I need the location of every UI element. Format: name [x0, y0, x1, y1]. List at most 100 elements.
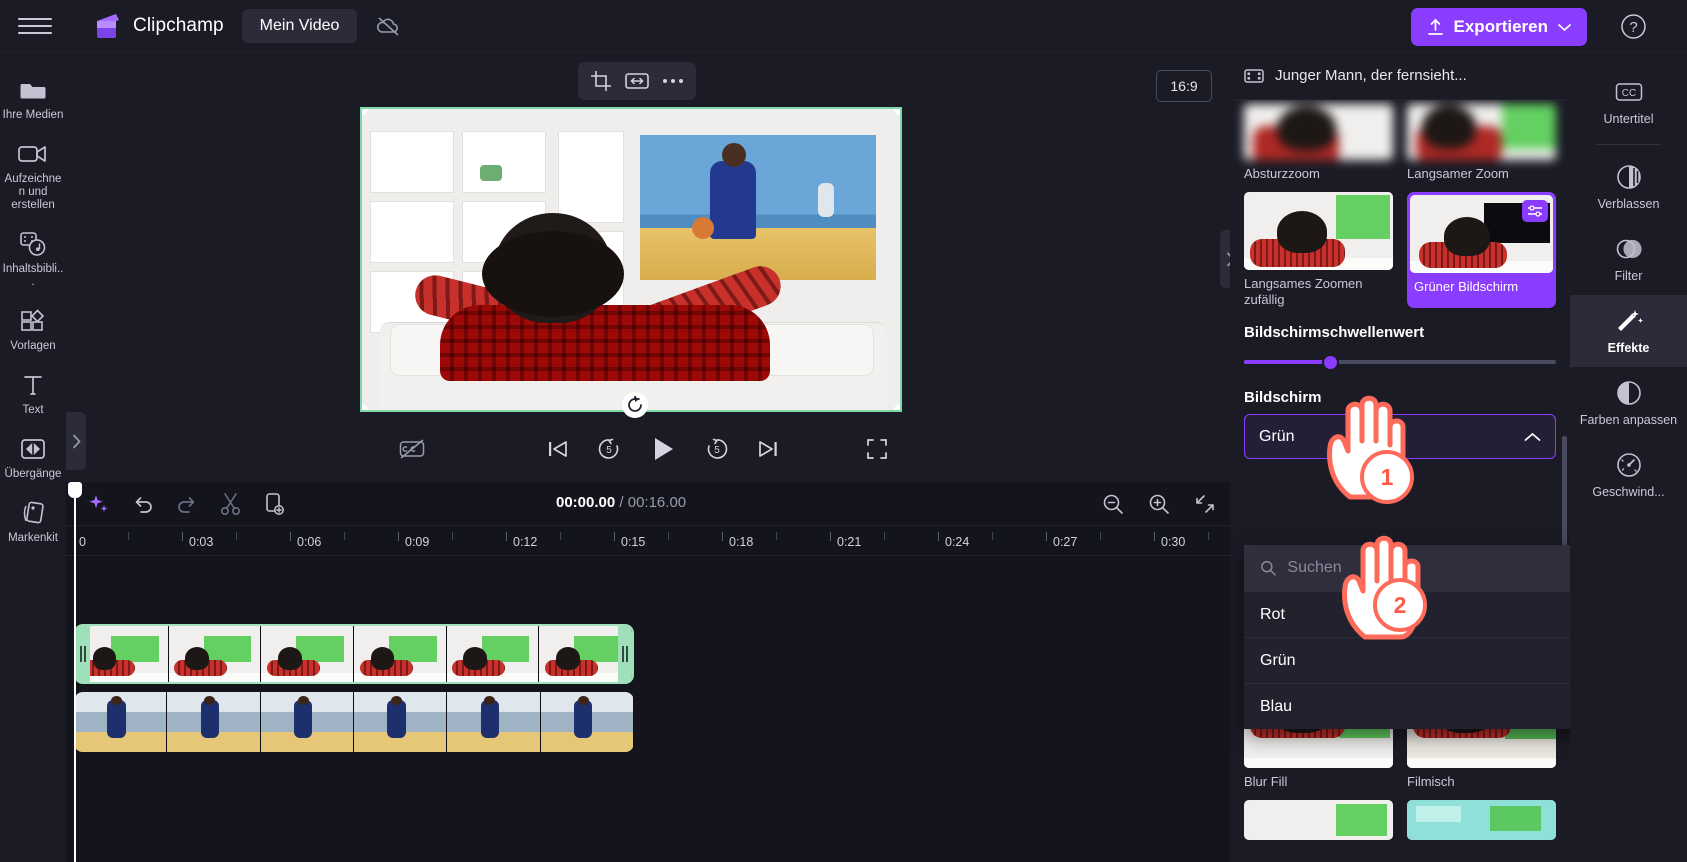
zoom-out-icon[interactable]	[1102, 493, 1124, 515]
more-dots-icon[interactable]	[662, 77, 684, 85]
sidebar-label: Filter	[1614, 269, 1643, 283]
closed-captions-icon: CC	[1576, 77, 1681, 107]
rotate-icon[interactable]	[622, 392, 648, 418]
zoom-in-icon[interactable]	[1148, 493, 1170, 515]
skip-next-icon[interactable]	[757, 439, 779, 459]
time-separator: /	[619, 494, 624, 511]
step-badge-2: 2	[1373, 578, 1427, 632]
rewind-5-icon[interactable]: 5	[597, 437, 621, 461]
color-dropdown: Rot Grün Blau	[1244, 545, 1570, 729]
table-row[interactable]	[74, 624, 634, 684]
effect-card-langsames-zoomen-zufaellig[interactable]: Langsames Zoomen zufällig	[1244, 192, 1393, 308]
sidebar-item-text[interactable]: Text	[0, 361, 66, 425]
sidebar-item-geschwindigkeit[interactable]: Geschwind...	[1570, 439, 1687, 511]
sidebar-item-untertitel[interactable]: CC Untertitel	[1570, 66, 1687, 138]
sidebar-item-vorlagen[interactable]: Vorlagen	[0, 297, 66, 361]
upload-icon	[1427, 18, 1443, 35]
sidebar-item-effekte[interactable]: Effekte	[1570, 295, 1687, 367]
trim-handle-right[interactable]	[618, 626, 632, 682]
screen-color-select[interactable]: Grün	[1244, 414, 1556, 459]
effect-card-next-2[interactable]	[1407, 800, 1556, 840]
ruler-label: 0:15	[621, 535, 646, 549]
video-canvas[interactable]	[360, 107, 902, 412]
fit-icon[interactable]	[625, 71, 649, 91]
threshold-slider[interactable]	[1244, 353, 1556, 371]
sidebar-item-farben-anpassen[interactable]: Farben anpassen	[1570, 367, 1687, 439]
timeline-ruler[interactable]: 0 0:03 0:06 0:09 0:12 0:15 0:18 0:21 0:2	[66, 526, 1230, 556]
effect-thumbnail	[1407, 104, 1556, 160]
svg-text:CC: CC	[1621, 88, 1635, 99]
ruler-label: 0:21	[837, 535, 862, 549]
help-circle-icon[interactable]: ?	[1620, 13, 1647, 45]
brandkit-icon	[2, 498, 64, 528]
effect-card-absturzzoom[interactable]: Absturzzoom	[1244, 104, 1393, 182]
redo-icon[interactable]	[176, 494, 198, 514]
effect-thumbnail	[1244, 192, 1393, 270]
sidebar-item-markenkit[interactable]: Markenkit	[0, 489, 66, 553]
duplicate-icon[interactable]	[264, 492, 286, 516]
effect-card-langsamer-zoom[interactable]: Langsamer Zoom	[1407, 104, 1556, 182]
ruler-label: 0	[79, 535, 86, 549]
scene-room	[362, 109, 900, 410]
current-time: 00:00.00	[556, 494, 616, 511]
sparkle-icon[interactable]	[88, 493, 110, 515]
contrast-icon	[1576, 378, 1681, 408]
skip-previous-icon[interactable]	[547, 439, 569, 459]
effect-thumbnail	[1410, 195, 1553, 273]
resize-handle-bottom-right[interactable]	[894, 404, 900, 410]
search-input[interactable]	[1287, 559, 1568, 577]
svg-text:5: 5	[606, 445, 612, 456]
crop-icon[interactable]	[590, 70, 612, 92]
slider-fill	[1244, 360, 1332, 364]
aspect-ratio-badge[interactable]: 16:9	[1156, 70, 1212, 102]
threshold-title: Bildschirmschwellenwert	[1244, 324, 1425, 341]
speedometer-icon	[1576, 450, 1681, 480]
hamburger-icon[interactable]	[18, 15, 52, 37]
forward-5-icon[interactable]: 5	[705, 437, 729, 461]
sidebar-item-inhaltsbibliothek[interactable]: Inhaltsbibli...	[0, 220, 66, 297]
dropdown-option-gruen[interactable]: Grün	[1244, 637, 1570, 683]
sidebar-label: Ihre Medien	[2, 109, 64, 121]
fullscreen-icon[interactable]	[866, 438, 888, 460]
ruler-label: 0:03	[189, 535, 214, 549]
collapse-left-panel-button[interactable]	[66, 412, 86, 470]
sidebar-item-uebergaenge[interactable]: Übergänge	[0, 425, 66, 489]
effect-card-gruener-bildschirm[interactable]: Grüner Bildschirm	[1407, 192, 1556, 308]
text-icon	[2, 370, 64, 400]
effect-card-next-1[interactable]	[1244, 800, 1393, 840]
effect-settings-icon[interactable]	[1522, 200, 1548, 222]
undo-icon[interactable]	[132, 494, 154, 514]
playback-controls: 5 5	[66, 424, 1230, 474]
effects-grid: Absturzzoom Langsamer Zoom Langsames Zoo…	[1244, 100, 1556, 308]
sidebar-item-verblassen[interactable]: Verblassen	[1570, 151, 1687, 223]
brand-logo[interactable]: Clipchamp	[92, 12, 224, 40]
fade-icon	[1576, 162, 1681, 192]
panel-header: Junger Mann, der fernsieht...	[1230, 52, 1570, 100]
sidebar-label: Übergänge	[4, 468, 62, 480]
playhead[interactable]	[68, 482, 82, 862]
ruler-label: 0:06	[297, 535, 322, 549]
play-button[interactable]	[649, 435, 677, 463]
sidebar-item-ihre-medien[interactable]: Ihre Medien	[0, 66, 66, 130]
divider	[1596, 144, 1661, 145]
total-time: 00:16.00	[627, 494, 687, 511]
timeline: 00:00.00 / 00:16.00 0 0:03 0:06 0:09 0:1…	[66, 482, 1230, 862]
sidebar-item-aufzeichnen[interactable]: Aufzeichnen und erstellen	[0, 130, 66, 220]
playhead-knob[interactable]	[68, 482, 82, 498]
table-row[interactable]	[74, 692, 634, 752]
trim-handle-left[interactable]	[76, 626, 90, 682]
panel-title: Junger Mann, der fernsieht...	[1275, 67, 1467, 84]
project-tab[interactable]: Mein Video	[241, 8, 358, 43]
plaid-shirt	[440, 305, 770, 381]
cloud-off-icon[interactable]	[369, 8, 407, 44]
slider-thumb[interactable]	[1322, 354, 1339, 371]
scissors-icon[interactable]	[220, 492, 242, 516]
fit-arrows-icon[interactable]	[1194, 493, 1216, 515]
export-button[interactable]: Exportieren	[1410, 8, 1587, 46]
captions-off-icon[interactable]	[399, 438, 425, 460]
sidebar-label: Untertitel	[1603, 112, 1654, 126]
dropdown-option-blau[interactable]: Blau	[1244, 683, 1570, 729]
folder-icon	[2, 75, 64, 105]
sidebar-item-filter[interactable]: Filter	[1570, 223, 1687, 295]
filter-icon	[1576, 234, 1681, 264]
